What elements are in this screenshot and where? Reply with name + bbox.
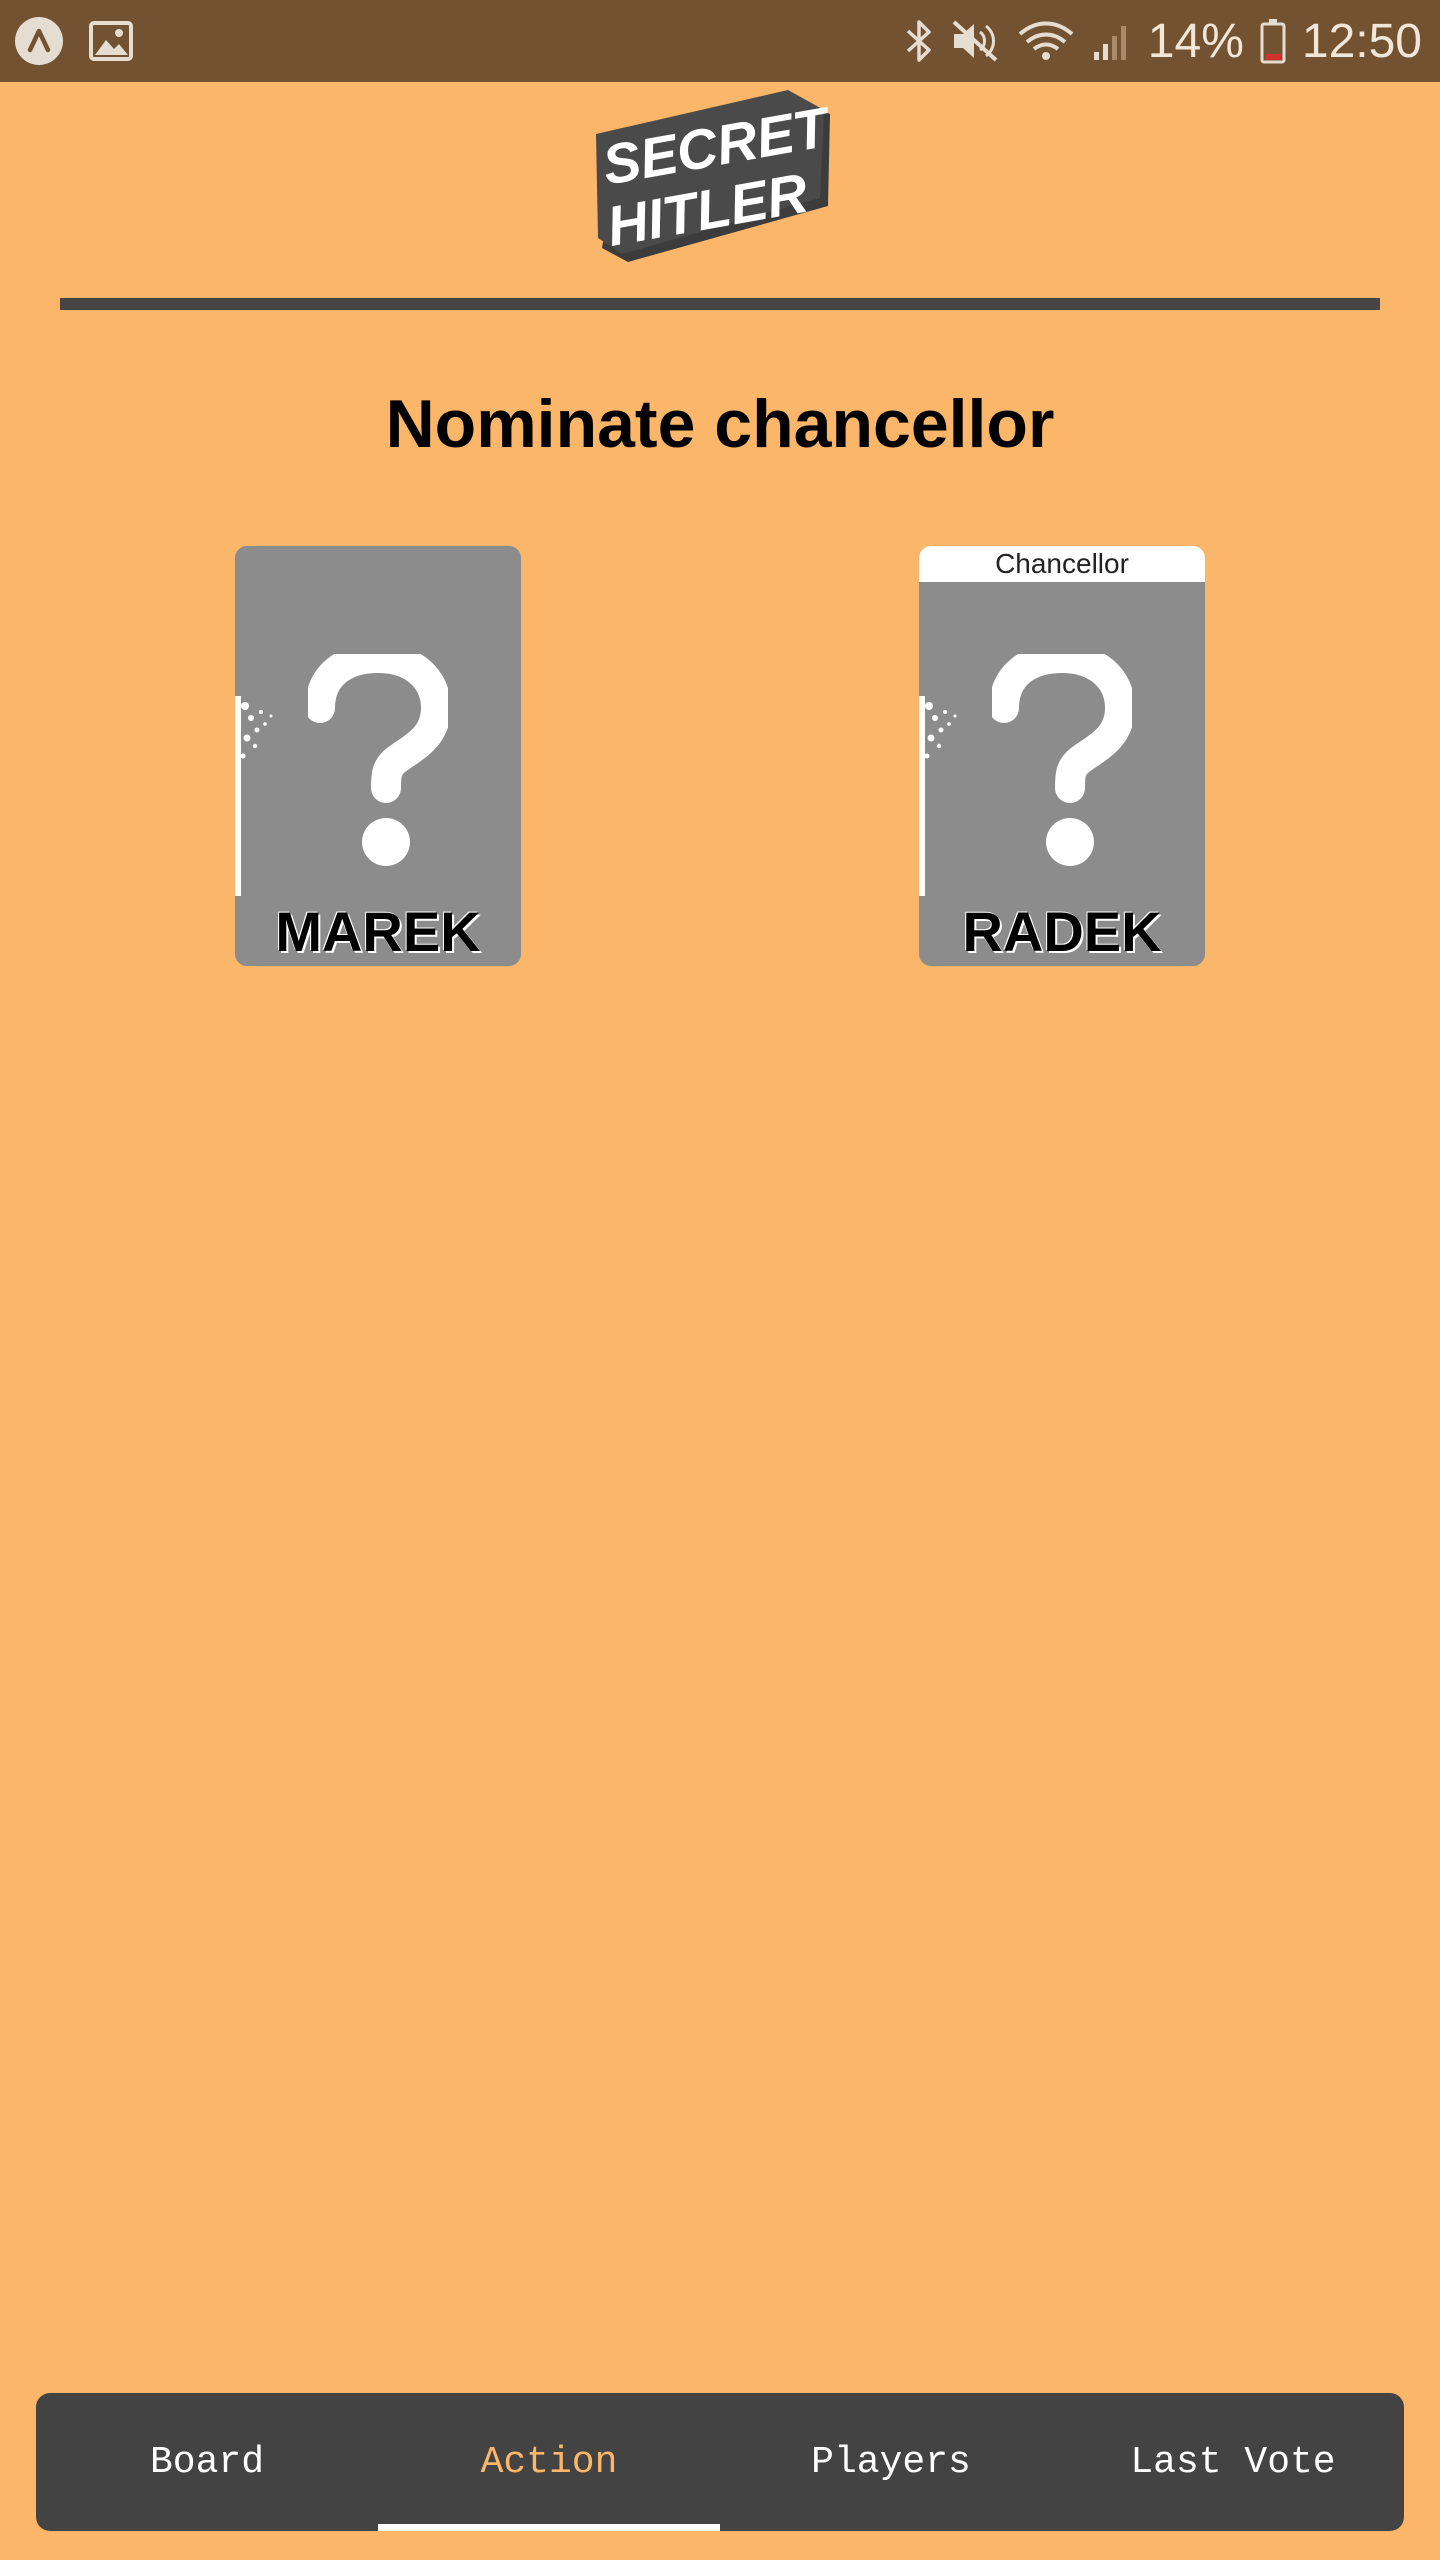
status-left-icons — [14, 16, 134, 71]
mute-icon — [950, 18, 1000, 64]
tab-last-vote[interactable]: Last Vote — [1062, 2393, 1404, 2531]
question-mark-icon — [992, 654, 1132, 866]
tab-action[interactable]: Action — [378, 2393, 720, 2531]
bottom-tab-bar: Board Action Players Last Vote — [36, 2393, 1404, 2531]
tab-board[interactable]: Board — [36, 2393, 378, 2531]
status-bar: 14% 12:50 — [0, 0, 1440, 82]
player-name: RADEK — [962, 900, 1162, 963]
assistant-icon — [14, 16, 64, 71]
wifi-icon — [1016, 18, 1076, 64]
status-right-icons: 14% 12:50 — [904, 0, 1422, 82]
battery-percent: 14% — [1147, 14, 1244, 68]
tab-players[interactable]: Players — [720, 2393, 1062, 2531]
tab-label: Last Vote — [1130, 2440, 1336, 2484]
question-mark-icon — [308, 654, 448, 866]
image-icon — [88, 18, 134, 69]
player-name: MAREK — [275, 900, 481, 963]
bluetooth-icon — [904, 18, 934, 64]
tab-label: Board — [149, 2440, 265, 2484]
header-divider — [60, 298, 1380, 310]
signal-icon — [1092, 18, 1132, 64]
active-tab-indicator — [378, 2524, 720, 2531]
tab-label: Action — [480, 2440, 618, 2484]
player-card-marek[interactable]: MAREK — [235, 546, 521, 966]
tab-label: Players — [811, 2440, 971, 2484]
player-card-radek[interactable]: Chancellor RADEK — [919, 546, 1205, 966]
chancellor-badge: Chancellor — [919, 546, 1205, 582]
secret-hitler-logo: SECRET HITLER — [592, 88, 848, 262]
battery-icon — [1260, 18, 1286, 64]
clock: 12:50 — [1301, 14, 1422, 68]
page-title: Nominate chancellor — [385, 386, 1055, 462]
